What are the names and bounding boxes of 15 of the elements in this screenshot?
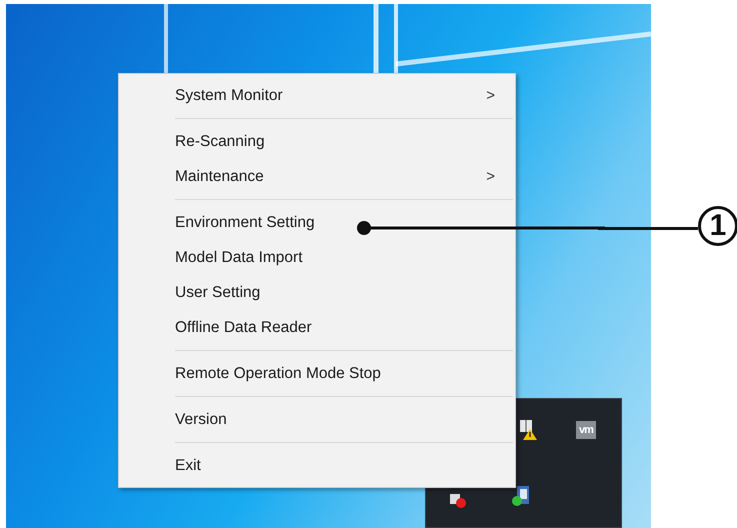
menu-item[interactable]: Model Data Import [119, 240, 515, 275]
menu-item[interactable]: Remote Operation Mode Stop [119, 356, 515, 391]
menu-item[interactable]: Maintenance > [119, 159, 515, 194]
submenu-arrow-icon: > [486, 87, 495, 104]
menu-item[interactable]: Offline Data Reader [119, 310, 515, 345]
menu-item[interactable]: Re-Scanning [119, 124, 515, 159]
menu-item[interactable]: Exit [119, 448, 515, 483]
monitor-app-icon[interactable] [511, 485, 531, 507]
menu-item[interactable]: Environment Setting [119, 205, 515, 240]
callout-number: 1 [698, 206, 737, 246]
menu-item[interactable]: Version [119, 402, 515, 437]
warning-app-icon[interactable] [518, 419, 538, 441]
menu-item[interactable]: User Setting [119, 275, 515, 310]
menu-item[interactable]: System Monitor > [119, 78, 515, 113]
submenu-arrow-icon: > [486, 168, 495, 185]
